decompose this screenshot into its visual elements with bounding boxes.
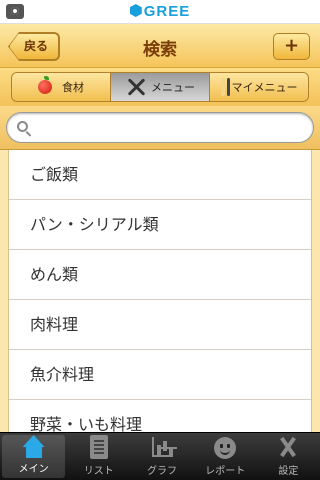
settings-icon — [275, 435, 301, 459]
search-input[interactable] — [6, 112, 314, 143]
tab-label: メイン — [18, 464, 49, 475]
graph-icon — [149, 435, 175, 459]
segment-label: 食材 — [62, 81, 84, 94]
knife-icon — [226, 78, 230, 96]
list-item[interactable]: 肉料理 — [9, 300, 311, 350]
apple-icon — [38, 76, 52, 94]
tab-graph[interactable]: グラフ — [130, 433, 193, 480]
hexagon-icon — [129, 4, 142, 17]
fork-icon — [220, 78, 225, 96]
tab-label: 設定 — [278, 466, 299, 477]
segmented-control: 食材 メニュー マイメニュー — [11, 72, 309, 102]
segment-menu[interactable]: メニュー — [111, 73, 210, 101]
tab-label: リスト — [83, 466, 114, 477]
utensils-icon — [125, 76, 147, 98]
category-list-area: ご飯類 パン・シリアル類 めん類 肉料理 魚介料理 野菜・いも料理 — [0, 150, 320, 432]
segment-label: マイメニュー — [231, 81, 298, 94]
list-item[interactable]: ご飯類 — [9, 150, 311, 200]
status-bar: GREE — [0, 0, 320, 24]
list-item[interactable]: めん類 — [9, 250, 311, 300]
list-item[interactable]: 野菜・いも料理 — [9, 400, 311, 432]
category-list: ご飯類 パン・シリアル類 めん類 肉料理 魚介料理 野菜・いも料理 — [8, 150, 312, 432]
tab-settings[interactable]: 設定 — [257, 433, 320, 480]
list-item[interactable]: 魚介料理 — [9, 350, 311, 400]
nav-bar: 戻る 検索 + — [0, 24, 320, 68]
tab-main[interactable]: メイン — [2, 435, 66, 478]
list-icon — [89, 435, 108, 459]
brand-label: GREE — [143, 3, 191, 20]
segment-my-menu[interactable]: マイメニュー — [210, 73, 308, 101]
my-utensils-icon — [220, 78, 230, 96]
page-title: 検索 — [143, 40, 177, 60]
search-icon — [17, 121, 28, 132]
chart-bars-icon — [157, 445, 161, 455]
report-icon — [214, 437, 237, 459]
tab-list[interactable]: リスト — [67, 433, 130, 480]
segment-ingredients[interactable]: 食材 — [12, 73, 111, 101]
tab-label: レポート — [205, 466, 246, 477]
segment-bar: 食材 メニュー マイメニュー — [0, 68, 320, 106]
segment-label: メニュー — [151, 81, 195, 94]
gree-logo: GREE — [0, 3, 320, 20]
list-item[interactable]: パン・シリアル類 — [9, 200, 311, 250]
tab-bar: メイン リスト グラフ レポート 設定 — [0, 432, 320, 480]
add-button[interactable]: + — [273, 33, 310, 60]
tab-report[interactable]: レポート — [194, 433, 257, 480]
tab-label: グラフ — [147, 466, 177, 477]
search-bar — [0, 106, 320, 150]
home-icon — [21, 435, 47, 458]
